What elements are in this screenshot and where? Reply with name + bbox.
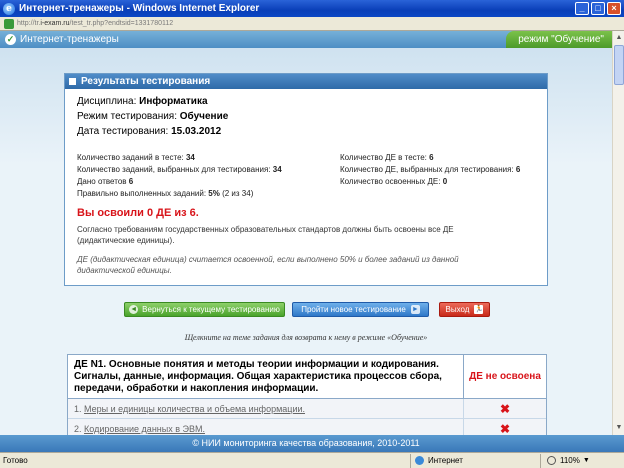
page-footer: © НИИ мониторинга качества образования, … [0, 435, 624, 452]
address-bar[interactable]: http://tr.i-exam.ru/test_tr.php?endtsid=… [0, 17, 624, 31]
minimize-button[interactable]: _ [575, 2, 589, 15]
stat-correct: Правильно выполненных заданий: 5% (2 из … [77, 189, 254, 198]
security-zone: Интернет [410, 453, 540, 468]
window-title: Интернет-тренажеры - Windows Internet Ex… [19, 3, 260, 14]
scroll-down-icon[interactable]: ▼ [614, 423, 624, 433]
globe-icon [415, 456, 424, 465]
ie-logo-icon: e [3, 2, 15, 15]
stat-tasks-selected: Количество заданий, выбранных для тестир… [77, 165, 282, 174]
topic-link[interactable]: Кодирование данных в ЭВМ. [84, 424, 205, 434]
de-title: ДЕ N1. Основные понятия и методы теории … [68, 355, 464, 398]
date-line: Дата тестирования: 15.03.2012 [77, 126, 222, 137]
mode-badge: режим "Обучение" [506, 31, 612, 48]
favicon-icon [4, 18, 14, 29]
app-title: Интернет-тренажеры [20, 34, 119, 45]
mode-line: Режим тестирования: Обучение [77, 111, 229, 122]
stat-de-in-test: Количество ДЕ в тесте: 6 [340, 153, 434, 162]
de-table: ДЕ N1. Основные понятия и методы теории … [67, 354, 547, 435]
status-bar: Готово Интернет 110% ▼ [0, 452, 624, 468]
zoom-control[interactable]: 110% ▼ [540, 453, 624, 468]
hint-text: Щелкните на теме задания для возврата к … [184, 333, 428, 342]
de-table-header: ДЕ N1. Основные понятия и методы теории … [68, 355, 546, 399]
de-status: ДЕ не освоена [469, 371, 541, 382]
cross-icon: ✖ [499, 422, 511, 435]
results-panel: Результаты тестирования Дисциплина: Инфо… [64, 73, 548, 286]
status-ready: Готово [3, 456, 28, 465]
exit-button[interactable]: Выход 🏃 [439, 302, 490, 317]
results-header: Результаты тестирования [65, 74, 547, 89]
return-to-test-button[interactable]: ◄ Вернуться к текущему тестированию [124, 302, 285, 317]
vertical-scrollbar[interactable]: ▲ ▼ [612, 31, 624, 435]
square-icon [69, 78, 76, 85]
app-header: ✓ Интернет-тренажеры режим "Обучение" [0, 31, 612, 48]
chevron-down-icon[interactable]: ▼ [583, 457, 590, 464]
app-logo-icon: ✓ [5, 34, 16, 45]
mastered-summary: Вы освоили 0 ДЕ из 6. [77, 207, 199, 219]
scroll-thumb[interactable] [614, 45, 624, 85]
stat-answers: Дано ответов 6 [77, 177, 134, 186]
url-text[interactable]: http://tr.i-exam.ru/test_tr.php?endtsid=… [17, 20, 173, 27]
close-button[interactable]: × [607, 2, 621, 15]
discipline-line: Дисциплина: Информатика [77, 96, 208, 107]
arrow-right-icon: ► [410, 305, 420, 314]
arrow-left-icon: ◄ [129, 305, 139, 314]
page-content: Результаты тестирования Дисциплина: Инфо… [0, 48, 612, 435]
de-definition-note: ДЕ (дидактическая единица) считается осв… [77, 255, 459, 275]
maximize-button[interactable]: □ [591, 2, 605, 15]
table-row: 1. Меры и единицы количества и объема ин… [68, 399, 546, 419]
topic-link[interactable]: Меры и единицы количества и объема инфор… [84, 404, 305, 414]
stat-de-selected: Количество ДЕ, выбранных для тестировани… [340, 165, 521, 174]
new-test-button[interactable]: Пройти новое тестирование ► [292, 302, 429, 317]
window-controls: _ □ × [575, 2, 621, 15]
table-row: 2. Кодирование данных в ЭВМ. ✖ [68, 419, 546, 435]
stat-tasks-in-test: Количество заданий в тесте: 34 [77, 153, 195, 162]
window-titlebar: e Интернет-тренажеры - Windows Internet … [0, 0, 624, 17]
standards-note: Согласно требованиям государственных обр… [77, 225, 454, 245]
cross-icon: ✖ [499, 402, 511, 416]
zoom-icon [547, 456, 556, 465]
scroll-up-icon[interactable]: ▲ [614, 33, 624, 43]
stat-de-mastered: Количество освоенных ДЕ: 0 [340, 177, 448, 186]
running-man-icon: 🏃 [474, 305, 484, 314]
stats-grid: Количество заданий в тесте: 34 Количеств… [77, 153, 535, 198]
